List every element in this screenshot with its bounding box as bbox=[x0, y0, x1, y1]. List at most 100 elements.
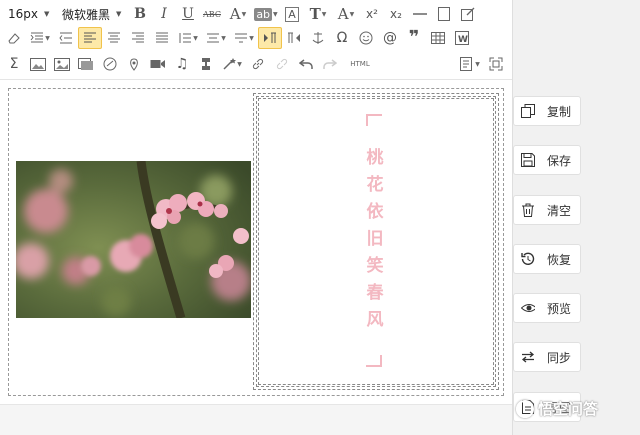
sum-button[interactable]: Σ bbox=[2, 53, 26, 75]
fullscreen-button[interactable] bbox=[484, 53, 508, 75]
redo-icon bbox=[323, 59, 337, 69]
at-icon: @ bbox=[383, 30, 397, 46]
font-size-value: 16px bbox=[8, 7, 38, 21]
font-size-select[interactable]: 16px ▼ bbox=[6, 3, 54, 25]
clear-format-icon: A bbox=[337, 5, 349, 23]
video-button[interactable] bbox=[146, 53, 170, 75]
music-button[interactable]: ♫ bbox=[170, 53, 194, 75]
align-left-button[interactable] bbox=[78, 27, 102, 49]
chevron-down-icon: ▼ bbox=[321, 10, 327, 18]
anchor-button[interactable] bbox=[306, 27, 330, 49]
italic-button[interactable]: I bbox=[152, 3, 176, 25]
toolbar-row-2: ▼ ▼ ▼ ▼ Ω @ ❞ W bbox=[0, 26, 474, 50]
quote-button[interactable]: ❞ bbox=[402, 27, 426, 49]
copy-button[interactable]: 复制 bbox=[513, 96, 581, 126]
image-icon bbox=[30, 57, 46, 71]
bold-button[interactable]: B bbox=[128, 3, 152, 25]
chevron-down-icon: ▼ bbox=[44, 10, 50, 18]
clear-format-button[interactable]: A ▼ bbox=[332, 3, 360, 25]
vertical-poem-text[interactable]: 桃 花 依 旧 笑 春 风 bbox=[362, 145, 388, 334]
peach-blossom-image[interactable] bbox=[16, 161, 251, 318]
word-import-button[interactable]: W bbox=[450, 27, 474, 49]
html-source-button[interactable]: HTML bbox=[342, 53, 378, 75]
multi-image-icon bbox=[54, 57, 70, 71]
music-icon: ♫ bbox=[175, 56, 189, 72]
magic-wand-button[interactable]: ▼ bbox=[218, 53, 246, 75]
poem-char: 桃 bbox=[366, 148, 384, 168]
outdent-button[interactable] bbox=[54, 27, 78, 49]
fullscreen-icon bbox=[489, 57, 503, 71]
anchor-icon bbox=[312, 32, 324, 44]
map-pin-icon bbox=[130, 58, 138, 71]
restore-button[interactable]: 恢复 bbox=[513, 244, 581, 274]
scrawl-button[interactable] bbox=[98, 53, 122, 75]
eraser-button[interactable] bbox=[2, 27, 26, 49]
omega-icon: Ω bbox=[336, 30, 348, 46]
link-button[interactable] bbox=[246, 53, 270, 75]
save-icon bbox=[521, 153, 535, 167]
table-button[interactable] bbox=[426, 27, 450, 49]
rtl-button[interactable] bbox=[282, 27, 306, 49]
font-family-select[interactable]: 微软雅黑 ▼ bbox=[60, 3, 128, 25]
watermark-logo-icon bbox=[516, 399, 534, 418]
indent-button[interactable]: ▼ bbox=[26, 27, 54, 49]
font-color-button[interactable]: A ▼ bbox=[224, 3, 252, 25]
align-right-button[interactable] bbox=[126, 27, 150, 49]
font-family-value: 微软雅黑 bbox=[62, 7, 111, 22]
map-button[interactable] bbox=[122, 53, 146, 75]
undo-button[interactable] bbox=[294, 53, 318, 75]
template-icon bbox=[460, 57, 473, 71]
blank-page-icon bbox=[438, 7, 450, 21]
subscript-button[interactable]: x₂ bbox=[384, 3, 408, 25]
save-button[interactable]: 保存 bbox=[513, 145, 581, 175]
format-painter-button[interactable] bbox=[194, 53, 218, 75]
bold-icon: B bbox=[134, 6, 146, 22]
align-justify-button[interactable] bbox=[150, 27, 174, 49]
align-justify-icon bbox=[156, 32, 168, 43]
frame-button[interactable] bbox=[74, 53, 98, 75]
preview-button[interactable]: 预览 bbox=[513, 293, 581, 323]
special-chars-button[interactable]: Ω bbox=[330, 27, 354, 49]
chevron-down-icon: ▼ bbox=[249, 34, 254, 42]
border-text-button[interactable]: A bbox=[280, 3, 304, 25]
mention-button[interactable]: @ bbox=[378, 27, 402, 49]
clear-button[interactable]: 清空 bbox=[513, 195, 581, 225]
emoji-button[interactable] bbox=[354, 27, 378, 49]
strikethrough-button[interactable]: ABC bbox=[200, 3, 224, 25]
image-button[interactable] bbox=[26, 53, 50, 75]
superscript-button[interactable]: x² bbox=[360, 3, 384, 25]
highlight-button[interactable]: ab ▼ bbox=[252, 3, 280, 25]
link-icon bbox=[252, 58, 264, 70]
frame-icon bbox=[78, 57, 93, 70]
editor-status-bar bbox=[0, 404, 512, 435]
poem-char: 依 bbox=[366, 202, 384, 222]
paragraph-spacing-button[interactable]: ▼ bbox=[202, 27, 230, 49]
template-button[interactable]: ▼ bbox=[456, 53, 484, 75]
chevron-down-icon: ▼ bbox=[221, 34, 226, 42]
underline-icon: U bbox=[182, 6, 194, 22]
magic-wand-icon bbox=[223, 58, 237, 70]
redo-button[interactable] bbox=[318, 53, 342, 75]
text-style-button[interactable]: T ▼ bbox=[304, 3, 332, 25]
sigma-icon: Σ bbox=[9, 56, 19, 72]
italic-icon: I bbox=[161, 6, 167, 22]
blank-page-button[interactable] bbox=[432, 3, 456, 25]
multi-image-button[interactable] bbox=[50, 53, 74, 75]
horizontal-rule-button[interactable] bbox=[408, 3, 432, 25]
ltr-button[interactable] bbox=[258, 27, 282, 49]
horizontal-rule-icon bbox=[413, 13, 427, 15]
paragraph-format-button[interactable]: ▼ bbox=[230, 27, 258, 49]
highlight-icon: ab bbox=[254, 7, 273, 21]
align-center-button[interactable] bbox=[102, 27, 126, 49]
external-edit-button[interactable] bbox=[456, 3, 480, 25]
sync-button[interactable]: 同步 bbox=[513, 342, 581, 372]
line-height-button[interactable]: ▼ bbox=[174, 27, 202, 49]
underline-button[interactable]: U bbox=[176, 3, 200, 25]
chevron-down-icon: ▼ bbox=[273, 10, 278, 18]
line-height-icon bbox=[179, 33, 192, 43]
border-text-icon: A bbox=[285, 6, 299, 22]
chevron-down-icon: ▼ bbox=[349, 10, 355, 18]
editor-toolbar: 16px ▼ 微软雅黑 ▼ B I U ABC A ▼ ab ▼ A T ▼ A ▼ x… bbox=[0, 0, 512, 80]
svg-text:W: W bbox=[458, 35, 468, 45]
unlink-button[interactable] bbox=[270, 53, 294, 75]
